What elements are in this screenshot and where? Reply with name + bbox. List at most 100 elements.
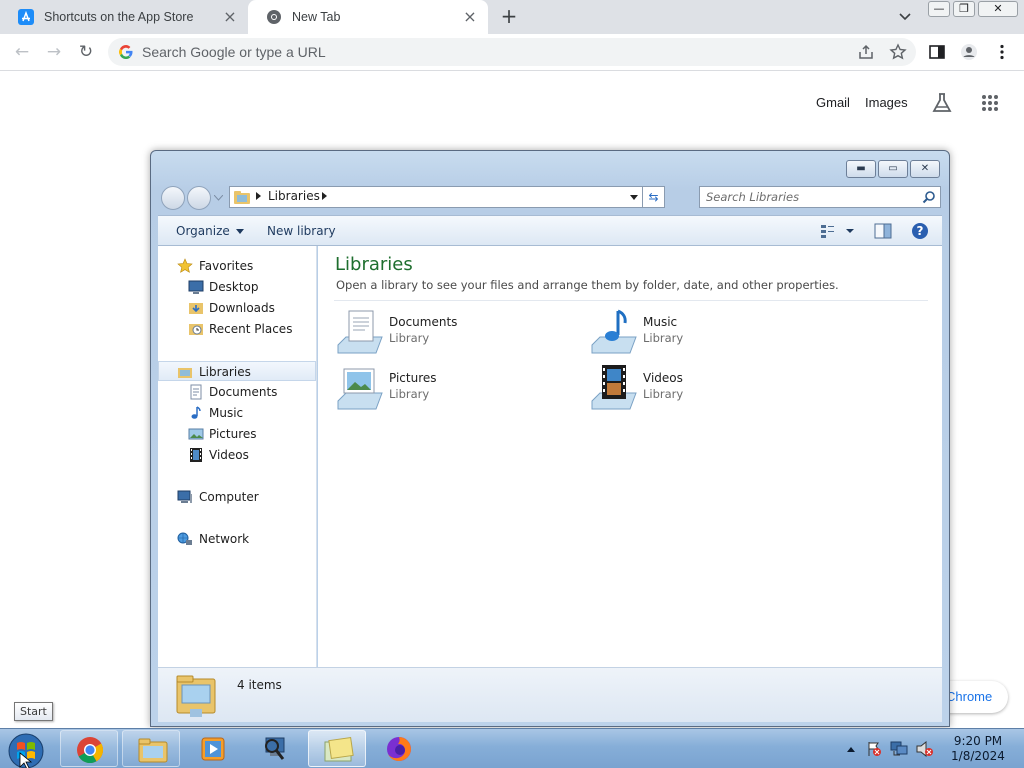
images-link[interactable]: Images [865,95,908,110]
share-icon[interactable] [857,43,875,61]
details-pane: 4 items [158,667,942,722]
explorer-minimize-button[interactable]: ▬ [846,160,876,178]
reload-button[interactable]: ↻ [76,42,96,62]
search-icon[interactable] [922,190,936,204]
media-player-icon [201,737,225,761]
new-library-button[interactable]: New library [267,224,336,238]
clock-date: 1/8/2024 [951,749,1005,763]
nav-desktop[interactable]: Desktop [158,277,316,297]
breadcrumb-separator-icon[interactable] [322,192,327,200]
address-history-dropdown-icon[interactable] [630,195,638,200]
back-button[interactable]: ← [12,42,32,62]
nav-label: Network [199,532,250,546]
network-globe-icon [177,532,192,545]
content-divider [334,300,928,301]
minimize-button[interactable]: — [928,1,950,17]
search-libraries-box[interactable] [699,186,941,208]
libraries-folder-icon [234,191,250,204]
customize-chrome-label: Chrome [946,689,993,704]
tab-label: New Tab [292,10,341,24]
labs-flask-icon[interactable] [931,92,953,114]
taskbar-windows-explorer[interactable] [122,730,180,767]
search-libraries-input[interactable] [706,189,906,205]
breadcrumb-separator-icon[interactable] [256,192,261,200]
videos-filmstrip-icon [190,448,202,462]
organize-button[interactable]: Organize [176,224,244,238]
library-music[interactable]: Music Library [590,307,810,355]
forward-button[interactable]: → [44,42,64,62]
library-name: Pictures [389,371,437,385]
preview-pane-icon[interactable] [874,223,892,239]
nav-libraries[interactable]: Libraries [158,361,316,381]
libraries-window-icon [324,736,354,762]
nav-label: Computer [199,490,259,504]
gmail-link[interactable]: Gmail [816,95,850,110]
nav-recent-places[interactable]: Recent Places [158,319,316,339]
explorer-close-button[interactable]: ✕ [910,160,940,178]
side-panel-icon[interactable] [928,43,946,61]
chrome-toolbar: ← → ↻ [0,34,1024,71]
taskbar-firefox[interactable] [370,730,428,767]
close-window-button[interactable]: ✕ [978,1,1018,17]
system-clock[interactable]: 9:20 PM 1/8/2024 [948,734,1008,764]
recent-pages-chevron-icon[interactable] [214,195,223,201]
favorites-star-icon [177,258,193,273]
action-center-flag-icon[interactable] [866,741,882,757]
explorer-forward-button[interactable] [187,186,211,210]
chrome-icon [77,737,104,764]
taskbar-network-tool[interactable] [246,730,304,767]
nav-downloads[interactable]: Downloads [158,298,316,318]
nav-computer[interactable]: Computer [158,487,316,507]
libraries-content-pane: Libraries Open a library to see your fil… [318,246,942,667]
nav-documents[interactable]: Documents [158,382,316,402]
change-view-icon[interactable] [820,223,854,239]
clock-time: 9:20 PM [953,734,1003,748]
taskbar-media-player[interactable] [184,730,242,767]
omnibox[interactable] [108,38,916,66]
library-pictures[interactable]: Pictures Library [336,363,556,411]
tab-search-chevron-icon[interactable] [897,8,913,24]
bookmark-star-icon[interactable] [889,43,907,61]
new-tab-button[interactable]: + [499,6,519,26]
close-tab-icon[interactable]: × [222,9,238,25]
address-bar[interactable]: Libraries ⇆ [229,186,665,208]
start-button-orb-icon[interactable] [6,731,46,768]
restore-button[interactable]: ❐ [953,1,975,17]
tab-new-tab[interactable]: New Tab × [248,0,488,34]
profile-avatar-icon[interactable] [960,43,978,61]
organize-label: Organize [176,224,230,238]
volume-muted-icon[interactable] [916,741,934,757]
chrome-icon [266,9,282,25]
refresh-icon[interactable]: ⇆ [642,187,664,207]
taskbar-chrome[interactable] [60,730,118,767]
help-icon[interactable]: ? [911,222,929,240]
breadcrumb-libraries[interactable]: Libraries [268,189,320,203]
nav-label: Documents [209,385,278,399]
libraries-title: Libraries [335,254,413,275]
nav-favorites[interactable]: Favorites [158,256,316,276]
library-type: Library [643,331,684,345]
tab-app-store[interactable]: Shortcuts on the App Store × [0,0,248,34]
google-apps-icon[interactable] [981,94,999,112]
libraries-description: Open a library to see your files and arr… [336,278,839,292]
chrome-menu-icon[interactable] [993,43,1011,61]
libraries-large-icon [176,675,216,717]
nav-videos[interactable]: Videos [158,445,316,465]
network-status-icon[interactable] [890,741,908,757]
show-hidden-icons-icon[interactable] [846,745,856,753]
library-videos[interactable]: Videos Library [590,363,810,411]
nav-pictures[interactable]: Pictures [158,424,316,444]
nav-network[interactable]: Network [158,529,316,549]
library-name: Videos [643,371,683,385]
omnibox-input[interactable] [142,42,822,62]
library-documents[interactable]: Documents Library [336,307,556,355]
app-store-icon [18,9,34,25]
taskbar-libraries-window[interactable] [308,730,366,767]
close-tab-icon[interactable]: × [462,9,478,25]
nav-music[interactable]: Music [158,403,316,423]
nav-label: Recent Places [209,322,293,336]
chrome-tab-strip: Shortcuts on the App Store × New Tab × +… [0,0,1024,34]
explorer-maximize-button[interactable]: ▭ [878,160,908,178]
explorer-back-button[interactable] [161,186,185,210]
nav-label: Libraries [199,365,251,379]
